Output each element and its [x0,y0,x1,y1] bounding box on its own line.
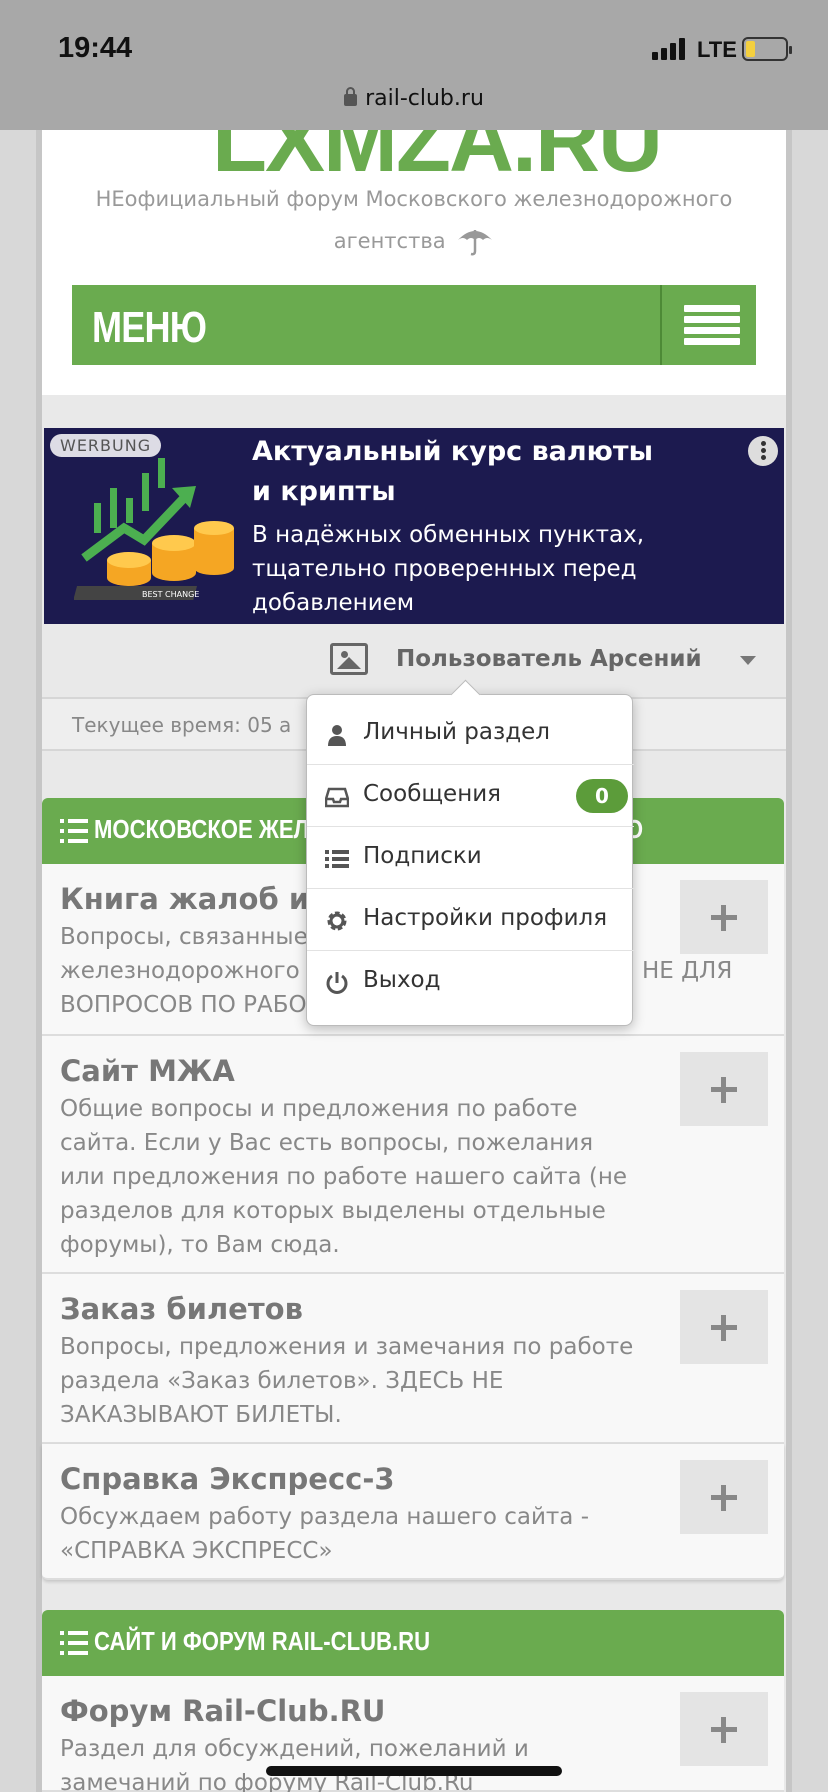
dropdown-item-logout[interactable]: Выход [307,951,634,1013]
gear-icon [327,911,347,931]
list-icon [325,850,349,868]
umbrella-icon [458,230,493,256]
page-rail-right [786,130,828,1792]
dropdown-item-settings[interactable]: Настройки профиля [307,889,634,951]
forum-row[interactable]: Справка Экспресс-3 Обсуждаем работу разд… [42,1444,784,1580]
menu-bar[interactable]: МЕНЮ [72,285,756,365]
hamburger-icon[interactable] [684,305,740,345]
forum-title[interactable]: Сайт МЖА [60,1054,235,1088]
network-type: LTE [697,37,737,62]
dropdown-item-messages[interactable]: Сообщения 0 [307,765,634,827]
section-header[interactable]: САЙТ И ФОРУМ RAIL-CLUB.RU [42,1610,784,1676]
ad-badge: WERBUNG [50,434,162,457]
inbox-icon [325,787,349,808]
url-text: rail-club.ru [365,86,484,111]
current-time-text: Текущее время: 05 а [72,713,292,737]
status-time: 19:44 [58,32,133,64]
dropdown-item-label: Личный раздел [363,719,550,745]
list-icon [60,1631,88,1655]
expand-button[interactable] [680,1692,768,1766]
dropdown-item-label: Подписки [363,843,482,869]
home-indicator[interactable] [266,1766,562,1776]
forum-title[interactable]: Заказ билетов [60,1292,303,1326]
forum-title[interactable]: Форум Rail-Club.RU [60,1694,386,1728]
signal-icon [652,38,685,60]
message-count-badge: 0 [576,779,628,813]
site-tagline: НЕофициальный форум Московского железнод… [72,178,756,262]
avatar-placeholder-icon [330,643,368,675]
menu-label: МЕНЮ [92,303,207,352]
caret-down-icon [740,656,756,665]
site-header: LXMZA.RU НЕофициальный форум Московского… [42,91,786,395]
expand-button[interactable] [680,1052,768,1126]
page-rail-left [0,130,42,1792]
user-icon [328,725,346,746]
dropdown-item-label: Настройки профиля [363,905,608,931]
tagline-text: НЕофициальный форум Московского железнод… [95,187,733,253]
browser-top-bar: 19:44 LTE rail-club.ru [0,0,828,130]
dropdown-item-personal[interactable]: Личный раздел [307,703,634,765]
section-title: САЙТ И ФОРУМ RAIL-CLUB.RU [94,1626,431,1656]
dropdown-item-label: Выход [363,967,441,993]
ad-title[interactable]: Актуальный курс валюты и крипты [252,432,672,512]
forum-title[interactable]: Справка Экспресс-3 [60,1462,395,1496]
username: Пользователь Арсений [396,646,702,672]
forum-description: Общие вопросы и предложения по работе са… [60,1096,628,1258]
user-dropdown-menu: Личный раздел Сообщения 0 Подписки Настр… [306,694,634,1026]
ad-banner[interactable]: BEST CHANGE WERBUNG Актуальный курс валю… [44,428,784,624]
ad-text: В надёжных обменных пунктах, тщательно п… [252,522,645,616]
expand-button[interactable] [680,1460,768,1534]
address-bar[interactable]: rail-club.ru [0,86,828,111]
power-icon [326,972,348,994]
forum-description: Вопросы, предложения и замечания по рабо… [60,1334,634,1428]
forum-description: Раздел для обсуждений, пожеланий и замеч… [60,1736,529,1792]
dropdown-item-subscriptions[interactable]: Подписки [307,827,634,889]
battery-icon [742,37,792,61]
lock-icon [344,87,358,106]
ad-image-label: BEST CHANGE [142,590,199,599]
forum-row[interactable]: Сайт МЖА Общие вопросы и предложения по … [42,1036,784,1274]
forum-description: Обсуждаем работу раздела нашего сайта - … [60,1504,590,1564]
crypto-chart-illustration: BEST CHANGE [74,458,234,600]
expand-button[interactable] [680,880,768,954]
user-menu-toggle[interactable]: Пользователь Арсений [306,630,784,695]
list-icon [60,819,88,843]
more-options-icon[interactable] [748,436,778,466]
forum-row[interactable]: Заказ билетов Вопросы, предложения и зам… [42,1274,784,1444]
dropdown-item-label: Сообщения [363,781,502,807]
expand-button[interactable] [680,1290,768,1364]
menu-divider [660,285,662,365]
